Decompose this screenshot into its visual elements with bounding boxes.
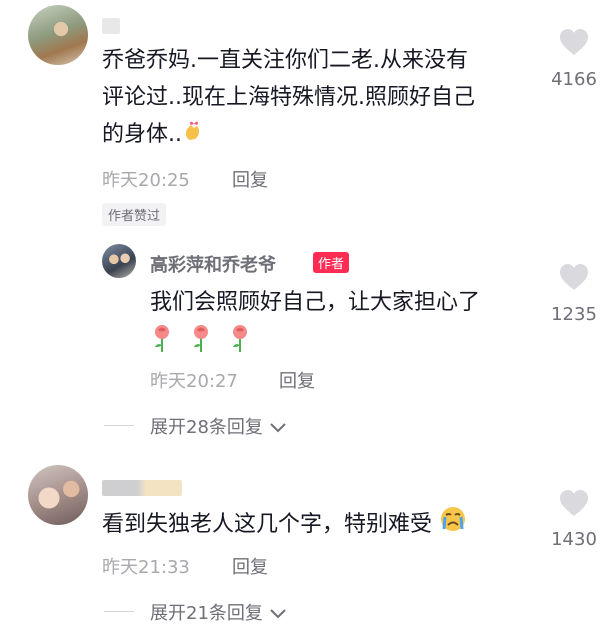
rose-icons [150,323,540,365]
like-heart-icon[interactable] [559,263,589,291]
crying-face-icon [439,505,467,545]
rose-icon [228,323,252,365]
author-name[interactable]: 高彩萍和乔老爷 [150,251,276,277]
reply-time: 昨天20:27 [150,371,238,392]
expand-replies-button[interactable]: 展开21条回复 [150,599,287,625]
username-masked[interactable] [102,18,120,34]
reply-button[interactable]: 回复 [232,166,268,192]
chevron-down-icon [269,604,287,625]
chevron-down-icon [269,418,287,439]
author-liked-badge: 作者赞过 [102,203,167,226]
like-count: 1235 [551,304,597,325]
comment-text: 乔爸乔妈.一直关注你们二老.从来没有 评论过..现在上海特殊情况.照顾好自己 的… [102,42,532,154]
like-heart-icon[interactable] [559,28,589,56]
commenter-avatar[interactable] [28,5,88,65]
author-avatar[interactable] [102,244,136,278]
like-count: 1430 [551,529,597,550]
rose-icon [189,323,213,365]
username-masked[interactable] [102,480,182,496]
reply-text: 我们会照顾好自己，让大家担心了 [150,284,540,365]
comment-time: 昨天21:33 [102,557,190,578]
expand-replies-button[interactable]: 展开28条回复 [150,413,287,439]
rose-icon [150,323,174,365]
divider-line [104,425,134,426]
commenter-avatar[interactable] [28,465,88,525]
like-heart-icon[interactable] [559,489,589,517]
reply-button[interactable]: 回复 [279,367,315,393]
author-tag: 作者 [313,252,350,273]
comment-text: 看到失独老人这几个字，特别难受 [102,505,542,545]
divider-line [104,611,134,612]
finger-heart-icon [182,116,204,154]
reply-button[interactable]: 回复 [232,553,268,579]
comment-time: 昨天20:25 [102,170,190,191]
like-count: 4166 [551,69,597,90]
